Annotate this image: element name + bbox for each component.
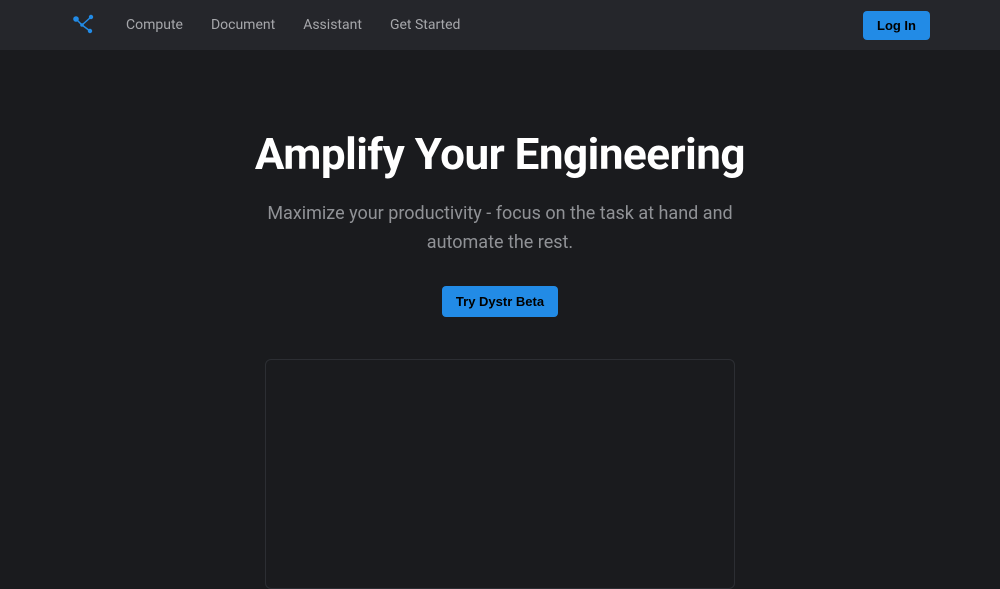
hero-section: Amplify Your Engineering Maximize your p… xyxy=(0,50,1000,589)
nav-link-document[interactable]: Document xyxy=(211,17,275,33)
nav-link-get-started[interactable]: Get Started xyxy=(390,17,461,33)
nav-links: Compute Document Assistant Get Started xyxy=(126,17,460,33)
cta-button[interactable]: Try Dystr Beta xyxy=(442,286,558,317)
nav-link-compute[interactable]: Compute xyxy=(126,17,183,33)
preview-box xyxy=(265,359,735,589)
navbar-left: Compute Document Assistant Get Started xyxy=(70,11,460,39)
navbar: Compute Document Assistant Get Started L… xyxy=(0,0,1000,50)
logo-icon[interactable] xyxy=(70,11,98,39)
nav-link-assistant[interactable]: Assistant xyxy=(303,17,362,33)
hero-title: Amplify Your Engineering xyxy=(0,128,1000,180)
hero-subtitle: Maximize your productivity - focus on th… xyxy=(240,200,760,258)
login-button[interactable]: Log In xyxy=(863,11,930,40)
